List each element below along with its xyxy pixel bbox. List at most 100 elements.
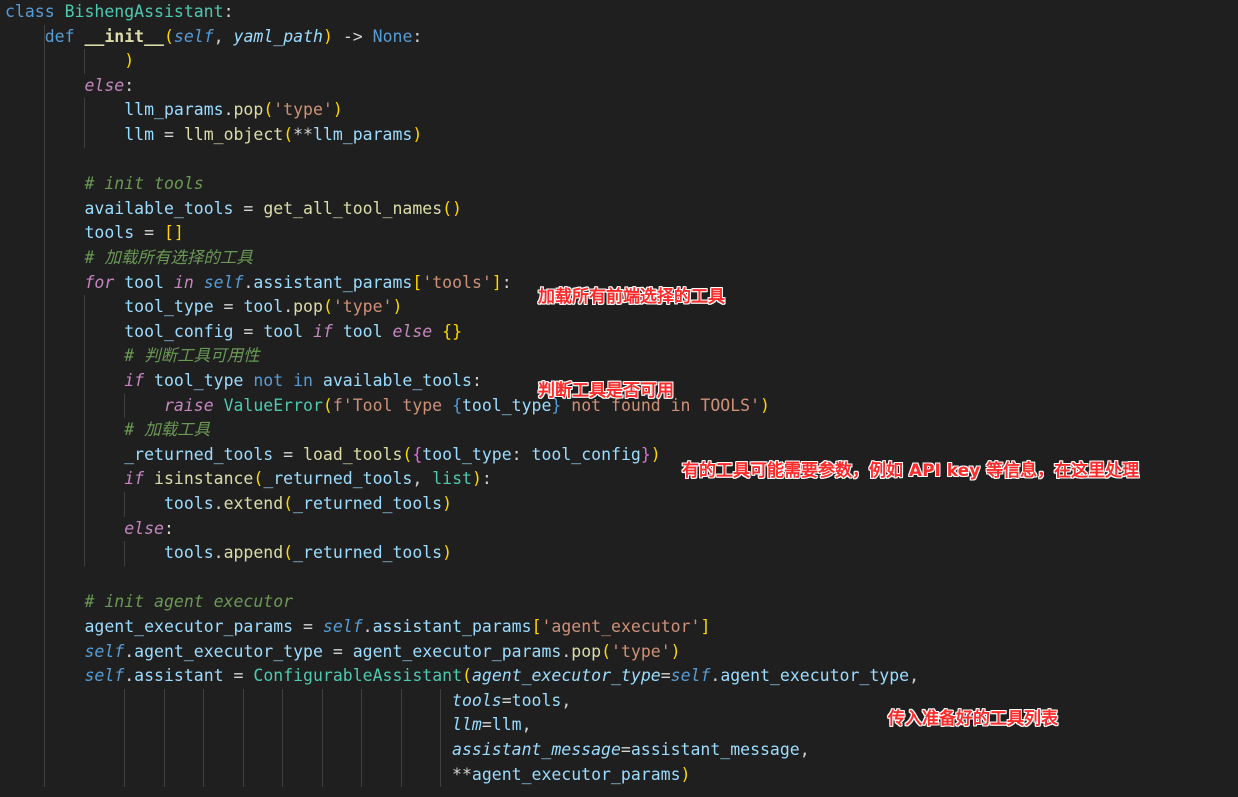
indent-guide: [361, 688, 362, 788]
code-token: ,: [561, 690, 572, 710]
code-line: class BishengAssistant:: [5, 0, 234, 24]
indent-guide: [400, 688, 402, 788]
code-token: ,: [412, 469, 433, 489]
code-token: .: [561, 641, 572, 661]
code-line: tools.extend(_returned_tools): [5, 492, 452, 516]
code-token: llm: [452, 715, 482, 735]
code-token: =: [293, 617, 323, 636]
code-token: ): [332, 100, 343, 120]
indent-guide: [321, 688, 323, 788]
code-token: tool: [342, 321, 383, 341]
code-token: =: [223, 666, 254, 686]
code-token: self: [84, 641, 125, 661]
code-token: :: [223, 2, 234, 21]
code-token: ): [760, 395, 770, 415]
code-token: llm_object: [183, 125, 284, 144]
code-token: available_tools: [322, 371, 472, 390]
code-token: :: [124, 75, 135, 95]
code-token: ->: [332, 26, 373, 46]
code-token: isinstance: [154, 469, 254, 489]
code-token: =: [213, 297, 244, 317]
code-token: self: [84, 666, 125, 686]
code-token: []: [163, 223, 184, 243]
code-token: .: [213, 543, 224, 563]
code-line: tool_type = tool.pop('type'): [5, 295, 402, 319]
code-token: 'agent_executor': [541, 617, 701, 636]
code-line: # init agent executor: [5, 590, 293, 614]
code-token: 'type': [273, 100, 333, 120]
code-token: :: [471, 371, 482, 390]
indent-guide: [440, 688, 441, 788]
code-token: self: [203, 272, 244, 292]
code-token: ): [650, 444, 661, 464]
code-token: (: [253, 469, 264, 489]
code-token: agent_executor_params: [471, 764, 681, 784]
code-token: :: [412, 26, 423, 46]
code-token: not in: [243, 371, 323, 390]
indent-guide: [84, 49, 85, 74]
code-token: .: [283, 297, 294, 317]
code-token: (): [442, 198, 462, 218]
indent-guide: [124, 541, 125, 566]
code-token: [: [412, 272, 423, 292]
code-token: extend: [223, 494, 284, 513]
code-token: tool: [124, 272, 164, 292]
code-line: agent_executor_params = self.assistant_p…: [5, 615, 710, 639]
code-token: ): [680, 764, 691, 784]
code-token: tool_config: [124, 321, 234, 341]
code-token: :: [163, 518, 174, 538]
code-token: =: [233, 198, 264, 218]
code-line: llm=llm,: [5, 713, 532, 737]
code-line: tools = []: [5, 221, 184, 245]
code-token: ,: [213, 26, 234, 46]
indent-guide: [44, 24, 45, 788]
indent-guide: [203, 688, 204, 788]
code-token: =: [233, 321, 264, 341]
code-line: if isinstance(_returned_tools, list):: [5, 467, 492, 491]
code-token: agent_executor_type: [134, 641, 323, 661]
code-token: if: [124, 371, 155, 390]
code-token: (: [322, 297, 333, 317]
code-token: =: [134, 223, 164, 243]
code-token: tool_type: [154, 371, 244, 390]
code-token: (: [283, 494, 294, 513]
code-token: ): [322, 26, 333, 46]
code-token: tool: [243, 297, 284, 317]
code-token: 'tools': [422, 272, 492, 292]
code-token: pop: [293, 297, 323, 317]
code-token: llm_params: [313, 125, 413, 144]
code-token: def: [44, 26, 85, 46]
code-token: (: [163, 26, 174, 46]
code-token: raise: [163, 395, 224, 415]
code-token: (: [601, 641, 612, 661]
code-token: pop: [233, 100, 264, 120]
code-token: ]: [491, 272, 502, 292]
code-token: _returned_tools: [293, 543, 443, 563]
code-token: llm_params: [124, 100, 224, 120]
code-line: tool_config = tool if tool else {}: [5, 320, 462, 344]
code-line: # 加载所有选择的工具: [5, 246, 252, 270]
code-line: tools=tools,: [5, 689, 571, 713]
indent-guide: [163, 688, 165, 788]
code-token: list: [432, 469, 472, 489]
code-token: tool: [263, 321, 304, 341]
indent-guide: [242, 688, 244, 788]
code-token: .: [213, 494, 224, 513]
code-token: agent_executor_params: [352, 641, 562, 661]
code-line: self.assistant = ConfigurableAssistant(a…: [5, 664, 919, 688]
code-token: # init tools: [84, 174, 204, 194]
code-line: for tool in self.assistant_params['tools…: [5, 271, 511, 295]
code-token: (: [402, 444, 413, 464]
code-token: None: [372, 26, 413, 46]
annotation-pass-tools: 传入准备好的工具列表: [888, 709, 1058, 729]
code-token: .: [223, 100, 234, 120]
